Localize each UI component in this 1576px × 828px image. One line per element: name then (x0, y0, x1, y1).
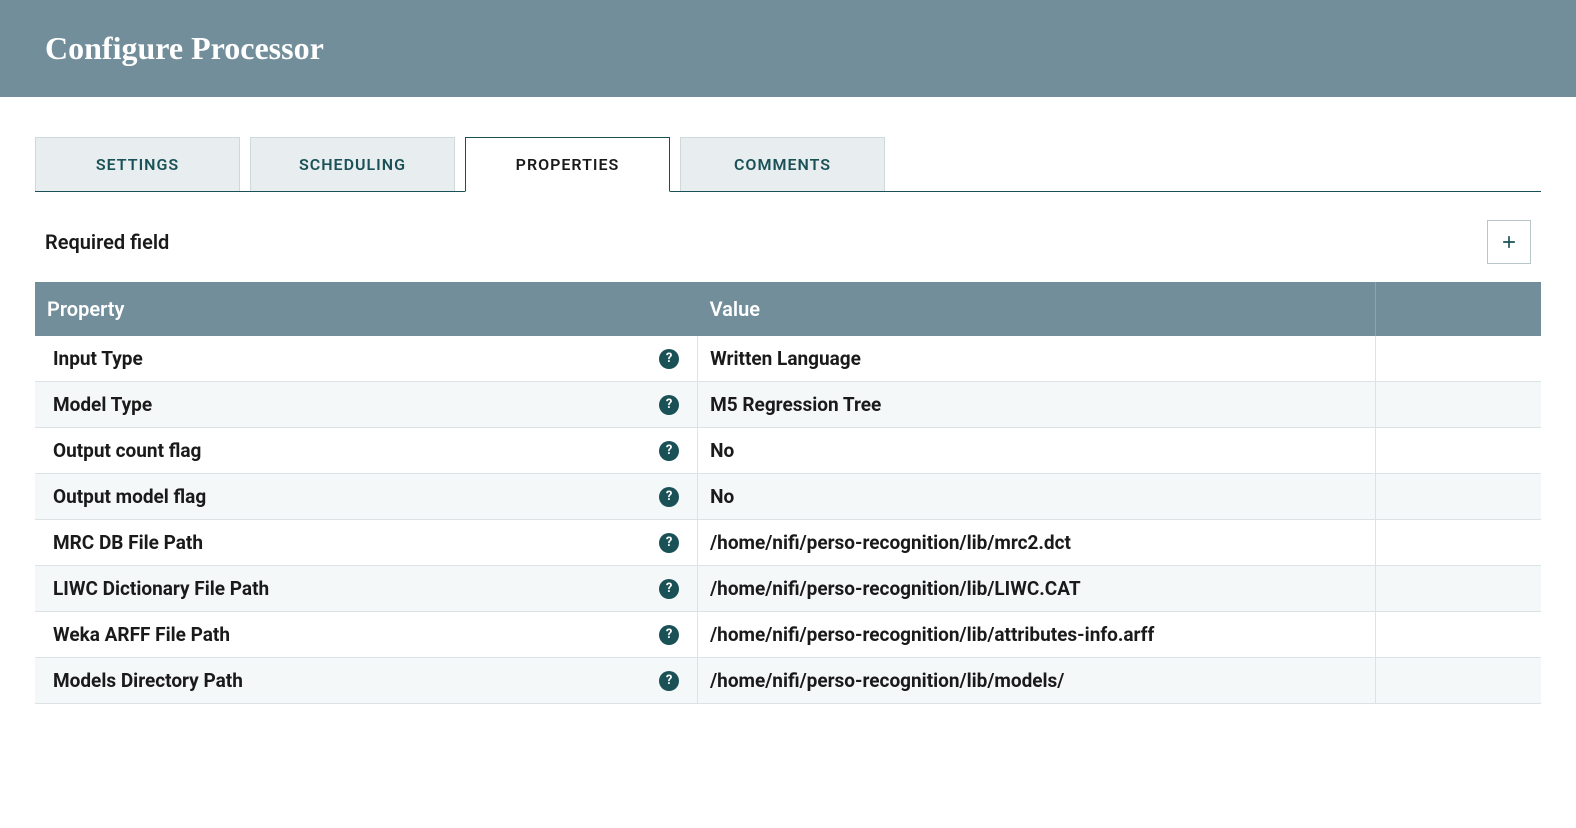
property-name: MRC DB File Path (53, 531, 203, 554)
dialog-content: SETTINGS SCHEDULING PROPERTIES COMMENTS … (0, 137, 1576, 704)
help-icon[interactable]: ? (659, 671, 679, 691)
help-icon[interactable]: ? (659, 395, 679, 415)
property-name: Models Directory Path (53, 669, 243, 692)
help-icon[interactable]: ? (659, 349, 679, 369)
help-icon[interactable]: ? (659, 441, 679, 461)
tab-properties[interactable]: PROPERTIES (465, 137, 670, 192)
property-value[interactable]: Written Language (698, 336, 1376, 382)
property-value[interactable]: /home/nifi/perso-recognition/lib/models/ (698, 658, 1376, 704)
table-row[interactable]: Weka ARFF File Path? /home/nifi/perso-rec… (35, 612, 1541, 658)
required-field-label: Required field (45, 230, 169, 254)
column-header-property: Property (35, 282, 698, 336)
property-name: Weka ARFF File Path (53, 623, 230, 646)
property-value[interactable]: M5 Regression Tree (698, 382, 1376, 428)
dialog-header: Configure Processor (0, 0, 1576, 97)
column-header-value: Value (698, 282, 1376, 336)
property-value[interactable]: No (698, 428, 1376, 474)
table-row[interactable]: Input Type? Written Language (35, 336, 1541, 382)
properties-table: Property Value Input Type? Written Langua… (35, 282, 1541, 704)
property-value[interactable]: /home/nifi/perso-recognition/lib/LIWC.CA… (698, 566, 1376, 612)
property-value[interactable]: /home/nifi/perso-recognition/lib/mrc2.dc… (698, 520, 1376, 566)
property-name: Output count flag (53, 439, 201, 462)
table-row[interactable]: MRC DB File Path? /home/nifi/perso-recogn… (35, 520, 1541, 566)
tab-comments[interactable]: COMMENTS (680, 137, 885, 191)
property-name: Model Type (53, 393, 152, 416)
help-icon[interactable]: ? (659, 487, 679, 507)
table-header-row: Property Value (35, 282, 1541, 336)
property-name: LIWC Dictionary File Path (53, 577, 269, 600)
table-row[interactable]: LIWC Dictionary File Path? /home/nifi/per… (35, 566, 1541, 612)
add-property-button[interactable] (1487, 220, 1531, 264)
property-extra-cell (1375, 566, 1541, 612)
table-row[interactable]: Models Directory Path? /home/nifi/perso-r… (35, 658, 1541, 704)
help-icon[interactable]: ? (659, 579, 679, 599)
help-icon[interactable]: ? (659, 625, 679, 645)
tab-scheduling[interactable]: SCHEDULING (250, 137, 455, 191)
property-extra-cell (1375, 474, 1541, 520)
table-row[interactable]: Output count flag? No (35, 428, 1541, 474)
table-row[interactable]: Model Type? M5 Regression Tree (35, 382, 1541, 428)
help-icon[interactable]: ? (659, 533, 679, 553)
property-value[interactable]: /home/nifi/perso-recognition/lib/attribu… (698, 612, 1376, 658)
property-name: Input Type (53, 347, 143, 370)
dialog-title: Configure Processor (45, 30, 1531, 67)
property-extra-cell (1375, 612, 1541, 658)
property-extra-cell (1375, 658, 1541, 704)
property-extra-cell (1375, 336, 1541, 382)
property-extra-cell (1375, 382, 1541, 428)
tab-settings[interactable]: SETTINGS (35, 137, 240, 191)
tab-bar: SETTINGS SCHEDULING PROPERTIES COMMENTS (35, 137, 1541, 192)
property-name: Output model flag (53, 485, 206, 508)
table-row[interactable]: Output model flag? No (35, 474, 1541, 520)
property-extra-cell (1375, 520, 1541, 566)
required-field-row: Required field (35, 192, 1541, 282)
plus-icon (1499, 232, 1519, 252)
property-extra-cell (1375, 428, 1541, 474)
property-value[interactable]: No (698, 474, 1376, 520)
column-header-extra (1375, 282, 1541, 336)
